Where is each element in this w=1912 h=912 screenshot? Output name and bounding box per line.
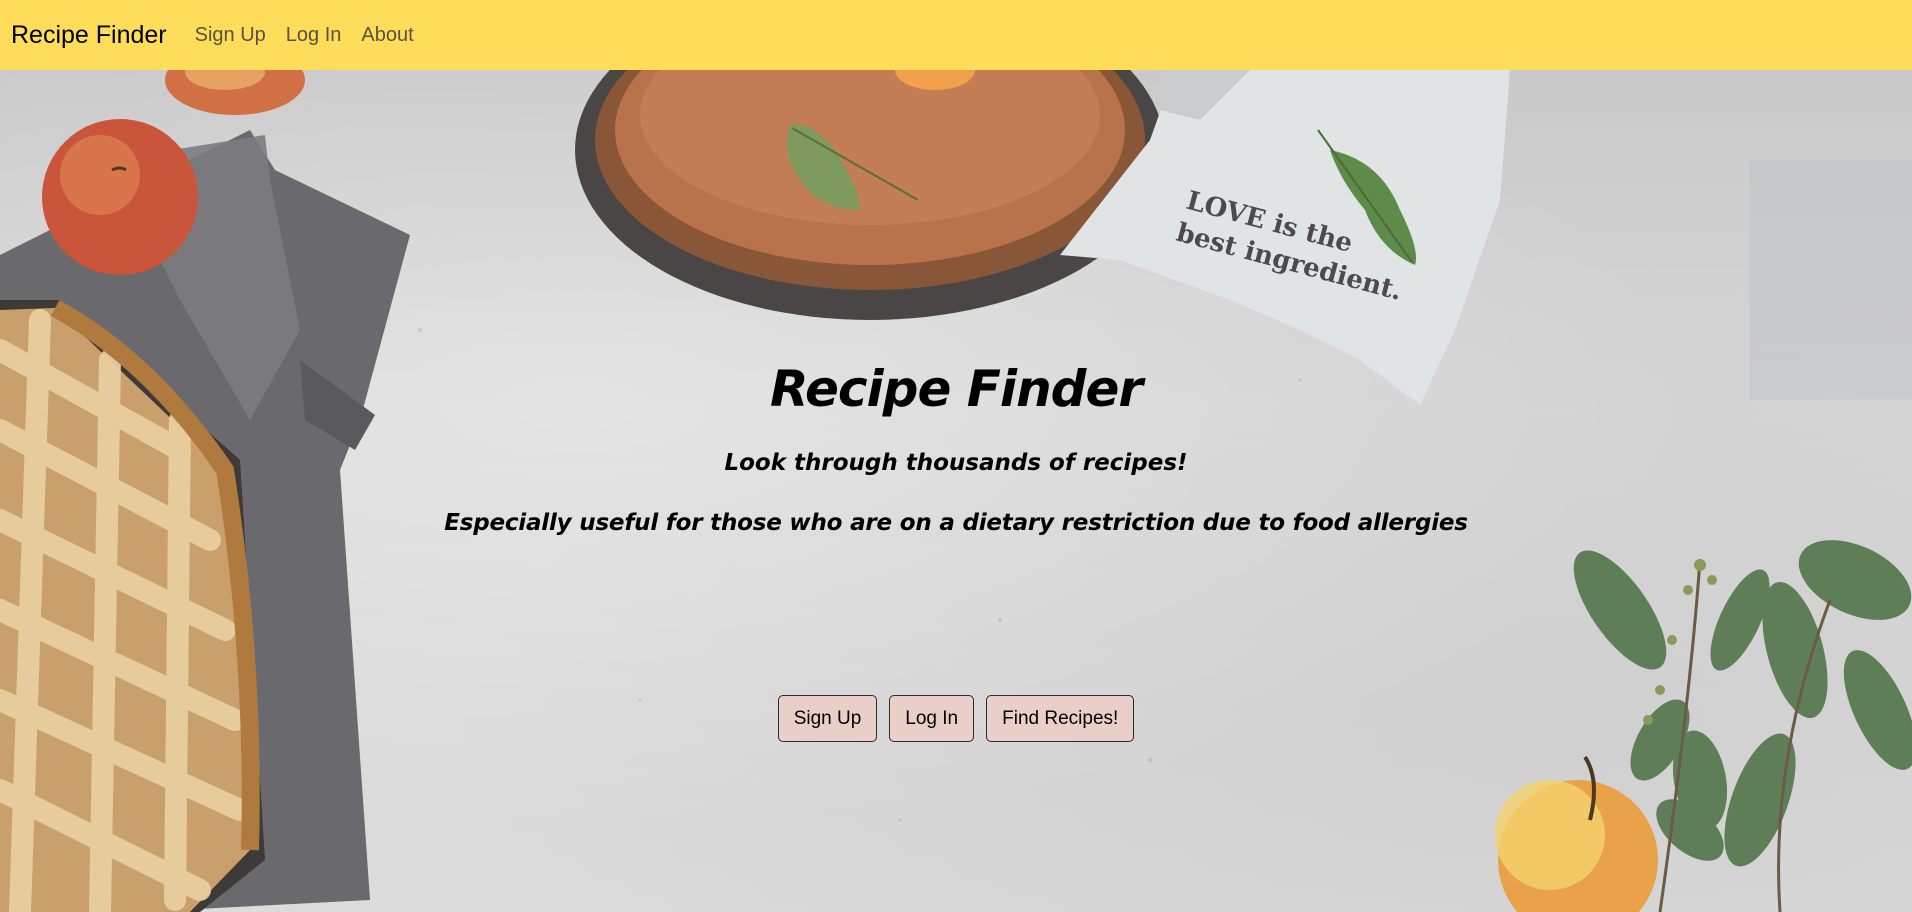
brand-link[interactable]: Recipe Finder — [11, 21, 167, 50]
hero-title: Recipe Finder — [769, 360, 1143, 418]
background-image: LOVE is the best ingredient. — [0, 70, 1912, 912]
hero-subtitle: Look through thousands of recipes! — [724, 450, 1188, 476]
nav-log-in-link[interactable]: Log In — [276, 24, 352, 47]
nav-sign-up-link[interactable]: Sign Up — [185, 24, 276, 47]
navbar: Recipe Finder Sign Up Log In About — [0, 0, 1912, 70]
find-recipes-button[interactable]: Find Recipes! — [986, 695, 1135, 742]
hero-button-row: Sign Up Log In Find Recipes! — [0, 695, 1912, 742]
hero-tagline: Especially useful for those who are on a… — [444, 510, 1468, 536]
log-in-button[interactable]: Log In — [889, 695, 975, 742]
nav-links: Sign Up Log In About — [185, 24, 424, 47]
hero-section: LOVE is the best ingredient. Recipe Find… — [0, 70, 1912, 912]
sign-up-button[interactable]: Sign Up — [777, 695, 878, 742]
nav-about-link[interactable]: About — [351, 24, 423, 47]
